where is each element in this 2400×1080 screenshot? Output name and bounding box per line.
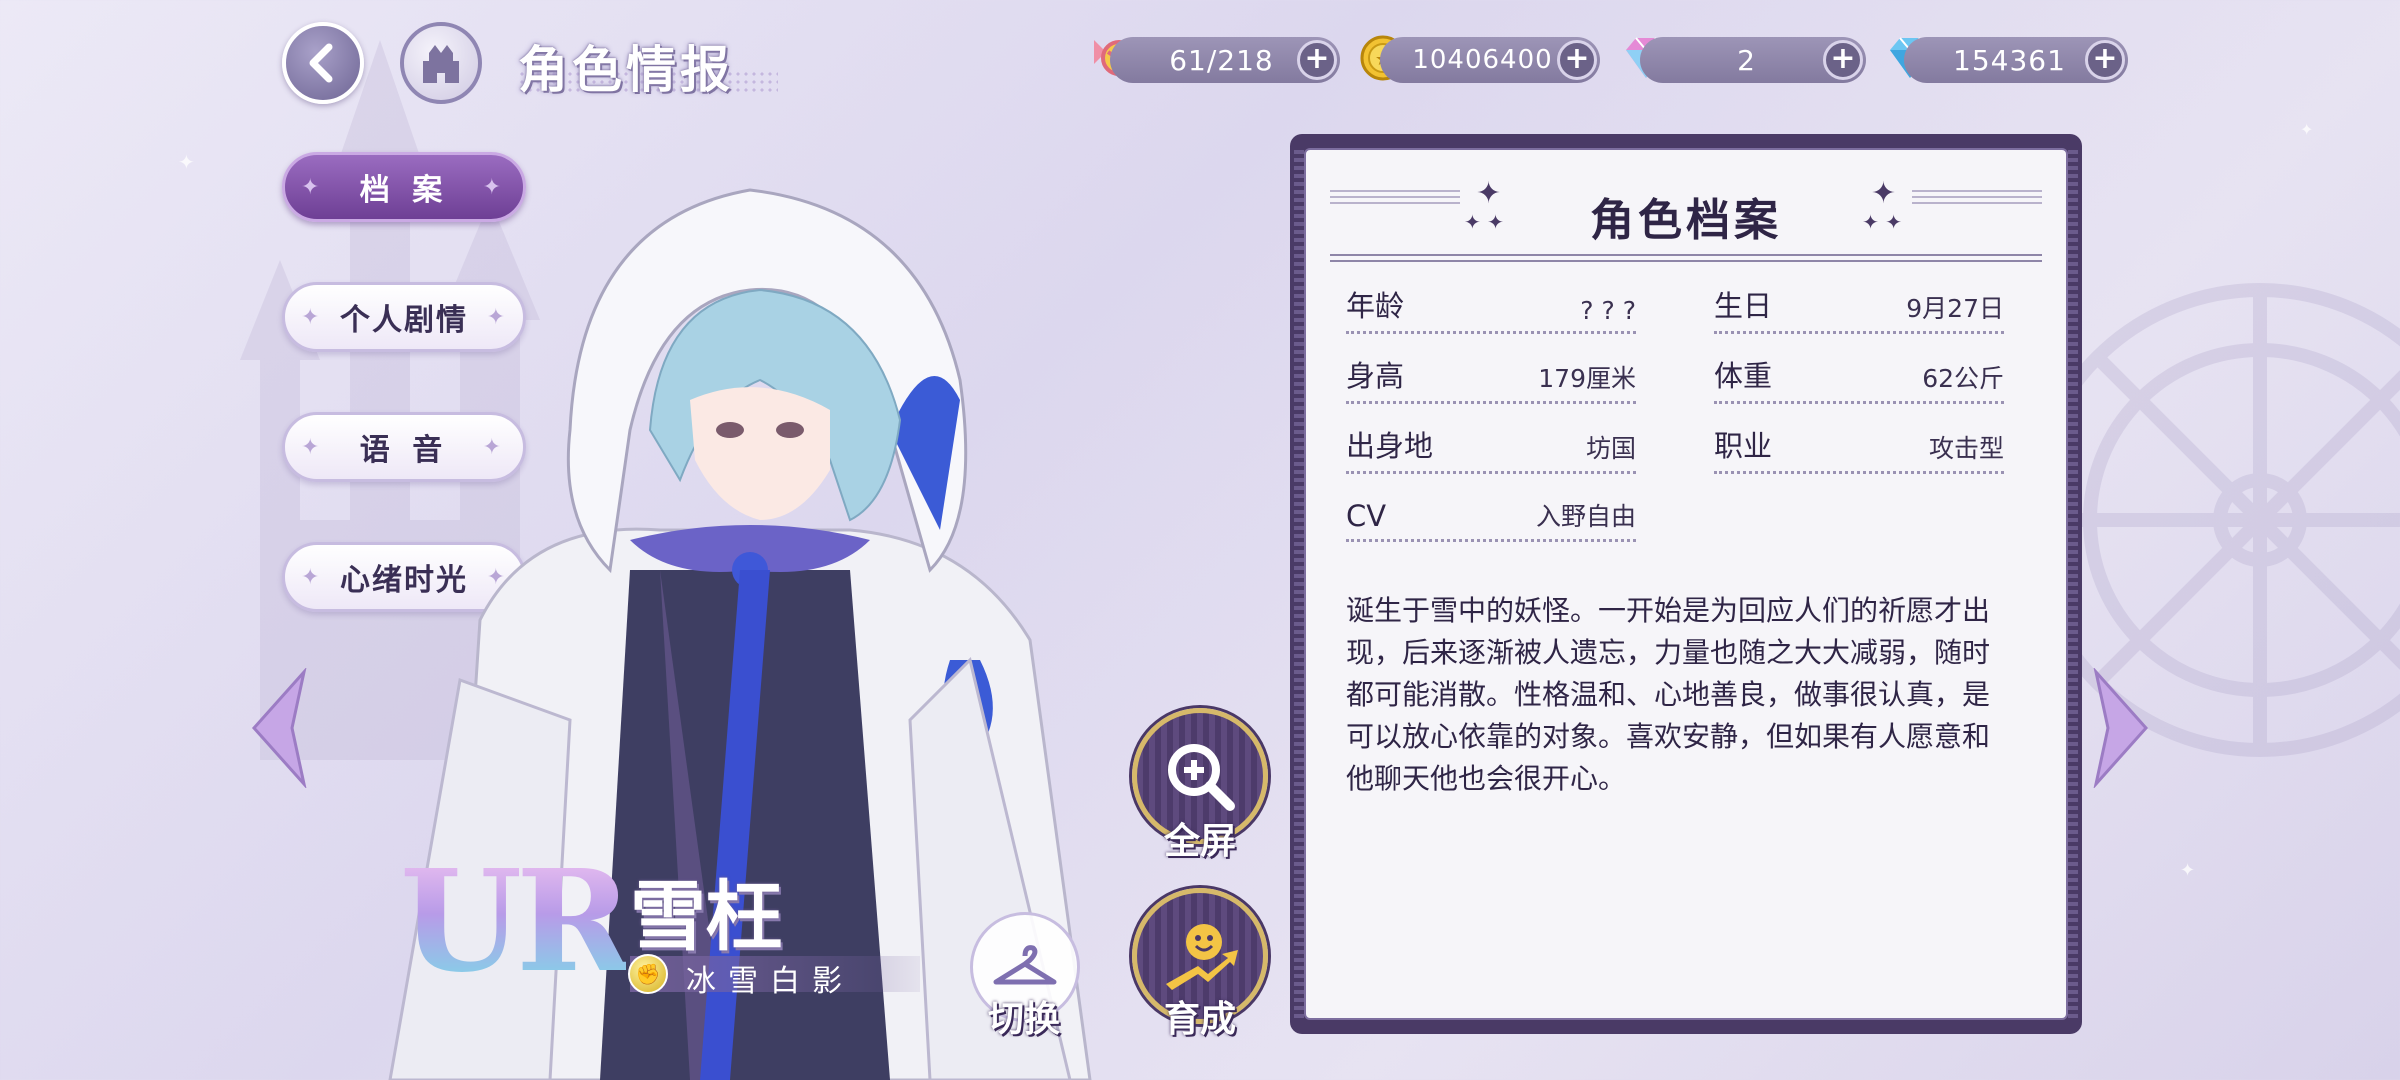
origin-value: 坊国	[1585, 434, 1636, 463]
class-value: 攻击型	[1928, 434, 2004, 463]
height-value: 179厘米	[1538, 364, 1636, 393]
height-label: 身高	[1346, 359, 1405, 393]
previous-character-arrow[interactable]	[248, 668, 308, 788]
birthday-label: 生日	[1714, 289, 1773, 323]
hanger-icon	[993, 945, 1057, 985]
sparkle-icon: ✦	[2180, 860, 2196, 881]
page-title: 角色情报	[518, 40, 734, 99]
info-row-height: 身高 179厘米	[1346, 356, 1636, 404]
profile-title: 角色档案	[1590, 195, 1782, 246]
gold-add-button[interactable]: +	[1557, 40, 1597, 80]
weight-value: 62公斤	[1922, 364, 2004, 393]
info-row-origin: 出身地 坊国	[1346, 426, 1636, 474]
info-row-weight: 体重 62公斤	[1714, 356, 2004, 404]
info-row-cv: CV 入野自由	[1346, 494, 1636, 542]
info-row-age: 年龄 ? ? ?	[1346, 286, 1636, 334]
diamond-counter: 154361 +	[1904, 37, 2128, 83]
rainbow-gem-value: 2	[1737, 43, 1756, 77]
sparkle-icon: ✦	[301, 174, 326, 200]
next-character-arrow[interactable]	[2092, 668, 2152, 788]
back-arrow-icon	[309, 43, 333, 83]
back-button[interactable]	[282, 22, 364, 104]
castle-home-icon	[423, 45, 459, 83]
info-row-class: 职业 攻击型	[1714, 426, 2004, 474]
class-label: 职业	[1714, 429, 1773, 463]
title-underline	[1330, 254, 2042, 262]
info-row-birthday: 生日 9月27日	[1714, 286, 2004, 334]
rainbow-gem-counter: 2 +	[1640, 37, 1866, 83]
profile-panel-inner: ✦ ✦ ✦ ✦ ✦ ✦ 角色档案 年龄 ? ? ? 生日 9月27日 身高 17…	[1294, 148, 2078, 1020]
candy-counter: 61/218 +	[1110, 37, 1340, 83]
panel-edge-decoration	[1294, 150, 1304, 1018]
switch-label: 切换	[988, 999, 1061, 1040]
sparkle-icon: ✦	[2300, 120, 2314, 139]
weight-label: 体重	[1714, 359, 1773, 393]
sparkle-icon: ✦	[301, 304, 322, 330]
birthday-value: 9月27日	[1906, 294, 2004, 323]
magnifier-plus-icon	[1168, 744, 1235, 811]
fullscreen-label: 全屏	[1164, 821, 1237, 862]
origin-label: 出身地	[1346, 429, 1434, 463]
character-subtitle: 冰雪白影	[686, 964, 854, 999]
candy-value: 61/218	[1169, 43, 1274, 77]
character-description: 诞生于雪中的妖怪。一开始是为回应人们的祈愿才出现，后来逐渐被人遗忘，力量也随之大…	[1346, 594, 1991, 795]
smiley-arrow-icon	[1166, 924, 1238, 990]
rarity-label: UR	[400, 840, 632, 1004]
diamond-add-button[interactable]: +	[2085, 40, 2125, 80]
rainbow-gem-add-button[interactable]: +	[1823, 40, 1863, 80]
diamond-value: 154361	[1953, 43, 2066, 77]
fist-badge-icon: ✊	[628, 954, 668, 994]
panel-edge-decoration	[2068, 150, 2078, 1018]
profile-panel: ✦ ✦ ✦ ✦ ✦ ✦ 角色档案 年龄 ? ? ? 生日 9月27日 身高 17…	[1290, 134, 2082, 1034]
candy-add-button[interactable]: +	[1297, 40, 1337, 80]
age-value: ? ? ?	[1580, 296, 1636, 325]
age-label: 年龄	[1346, 289, 1405, 323]
character-name: 雪枉	[630, 872, 782, 961]
develop-label: 育成	[1164, 999, 1237, 1040]
sparkle-icon: ✦	[301, 564, 322, 590]
home-button[interactable]	[400, 22, 482, 104]
gold-value: 10406400	[1412, 45, 1553, 75]
sparkle-icon: ✦	[178, 150, 195, 174]
cv-value: 入野自由	[1535, 502, 1636, 531]
sparkle-icon: ✦	[301, 434, 326, 460]
gold-counter: 10406400 +	[1380, 37, 1600, 83]
cv-label: CV	[1346, 499, 1387, 533]
